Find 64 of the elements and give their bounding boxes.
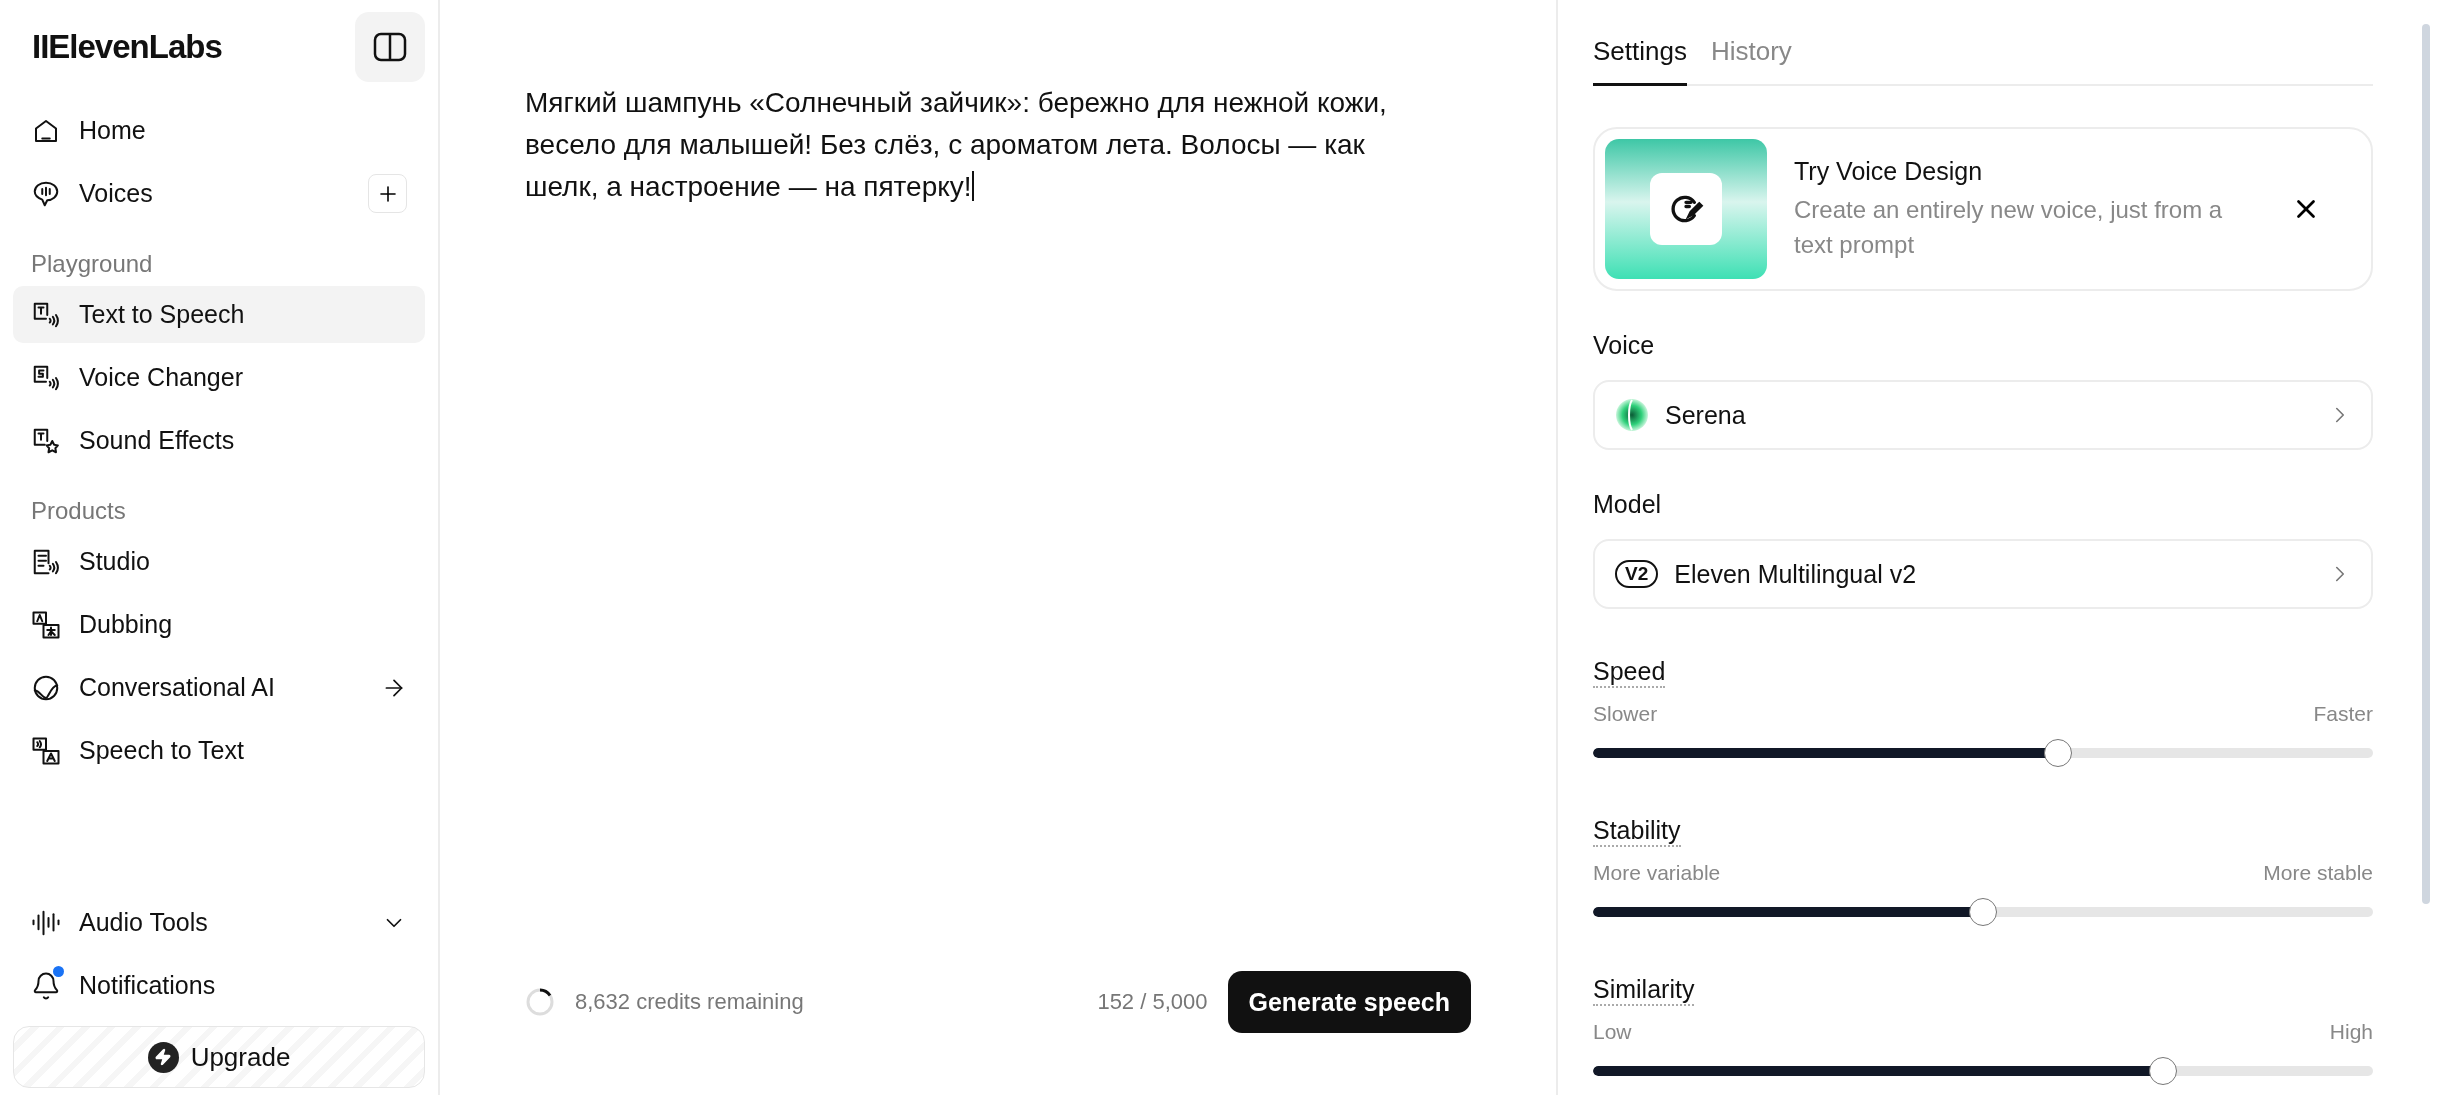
slider-max-label: High	[2329, 1020, 2373, 1044]
generate-button[interactable]: Generate speech	[1227, 971, 1471, 1033]
tab[interactable]: History	[1710, 30, 1792, 86]
nav-item[interactable]: Sound Effects	[13, 412, 425, 469]
nav-label: Audio Tools	[79, 908, 209, 937]
avatar-icon	[1615, 398, 1649, 432]
field-label: Model	[1593, 490, 1663, 519]
nav-label: Text to Speech	[79, 300, 246, 329]
slider-label[interactable]: Speed	[1593, 657, 1666, 688]
slider-max-label: More stable	[2263, 861, 2373, 885]
nav-label: Voice Changer	[79, 363, 244, 392]
nav-item[interactable]: Audio Tools	[13, 894, 425, 951]
nav-icon	[31, 735, 61, 766]
slider[interactable]	[1593, 738, 2373, 768]
voice-design-icon	[1650, 173, 1722, 245]
nav-item[interactable]: Voice Changer	[13, 349, 425, 406]
slider-min-label: More variable	[1593, 861, 1721, 885]
slider-thumb[interactable]	[2044, 739, 2073, 767]
nav-label: Conversational AI	[79, 673, 276, 702]
credits-text: 8,632 credits remaining	[575, 989, 805, 1015]
slider[interactable]	[1593, 897, 2373, 927]
panel-icon	[373, 32, 407, 62]
nav-label: Voices	[79, 179, 154, 208]
nav-label: Sound Effects	[79, 426, 236, 455]
bolt-icon	[147, 1041, 179, 1073]
nav-label: Notifications	[79, 971, 217, 1000]
nav-label: Studio	[79, 547, 151, 576]
nav-item[interactable]: Text to Speech	[13, 286, 425, 343]
add-button[interactable]	[368, 174, 407, 213]
select-field[interactable]: V2 Eleven Multilingual v2	[1593, 539, 2373, 609]
nav-item[interactable]: Speech to Text	[13, 722, 425, 779]
logo[interactable]: IIElevenLabs	[32, 28, 222, 66]
nav-label: Home	[79, 116, 147, 145]
nav-label: Speech to Text	[79, 736, 245, 765]
nav-item[interactable]: Dubbing	[13, 596, 425, 653]
character-count: 152 / 5,000	[1097, 989, 1208, 1015]
slider[interactable]	[1593, 1056, 2373, 1086]
slider-thumb[interactable]	[1969, 898, 1997, 926]
progress-ring-icon	[525, 987, 555, 1017]
scrollbar[interactable]	[2422, 24, 2430, 904]
nav-icon	[31, 609, 61, 640]
text-input[interactable]: Мягкий шампунь «Солнечный зайчик»: бережно для нежной кожи, весело для малышей! Без слёз, с ароматом лета. Волосы — как шелк, а настроение — на пятерку!	[525, 82, 1435, 971]
promo-description: Create an entirely new voice, just from a text prompt	[1794, 194, 2224, 260]
slider-label[interactable]: Similarity	[1593, 975, 1695, 1006]
promo-title: Try Voice Design	[1794, 156, 1984, 186]
slider-min-label: Slower	[1593, 702, 1658, 726]
slider-label[interactable]: Stability	[1593, 816, 1681, 847]
nav-label: Dubbing	[79, 610, 174, 639]
nav-item[interactable]: Notifications	[13, 957, 425, 1014]
nav-item[interactable]: Home	[13, 102, 425, 159]
nav-item[interactable]: Conversational AI	[13, 659, 425, 716]
model-badge: V2	[1615, 560, 1659, 588]
upgrade-button[interactable]: Upgrade	[13, 1026, 425, 1088]
select-field[interactable]: Serena	[1593, 380, 2373, 450]
field-label: Voice	[1593, 331, 1656, 360]
nav-item[interactable]: Voices	[13, 165, 425, 222]
slider-max-label: Faster	[2313, 702, 2373, 726]
sidebar-toggle-button[interactable]	[355, 12, 425, 82]
nav-item[interactable]: Studio	[13, 533, 425, 590]
slider-min-label: Low	[1593, 1020, 1632, 1044]
tab[interactable]: Settings	[1593, 30, 1687, 86]
section-heading: Playground	[30, 249, 154, 279]
section-heading: Products	[30, 496, 127, 526]
slider-thumb[interactable]	[2149, 1057, 2178, 1085]
